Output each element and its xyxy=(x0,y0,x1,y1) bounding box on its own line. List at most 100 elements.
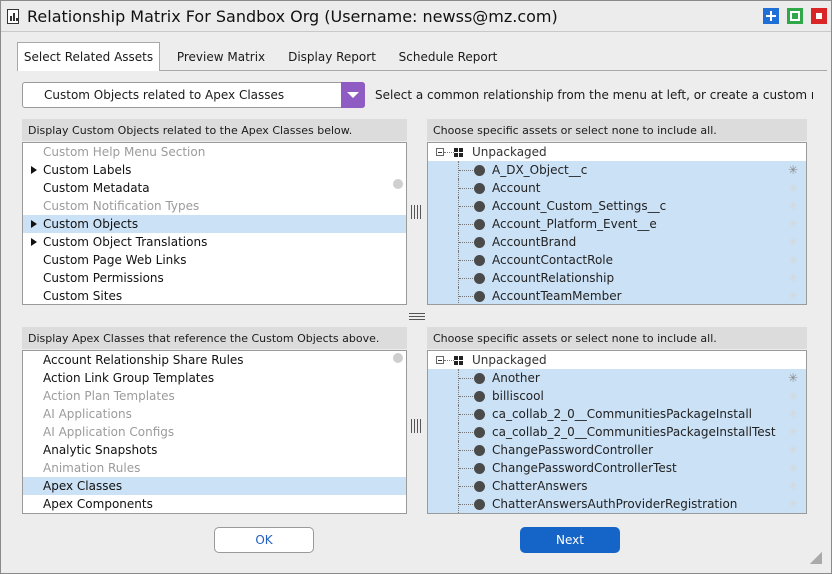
list-item[interactable]: Custom Page Web Links xyxy=(23,251,406,269)
tree-item-label: ChatterAnswersAuthProviderRegistration xyxy=(492,497,738,511)
tree-item-label: AccountContactRole xyxy=(492,253,613,267)
asset-bullet-icon xyxy=(474,409,485,420)
top-right-tree[interactable]: Unpackaged A_DX_Object__c ✳ Account ✳ Accoun… xyxy=(427,142,807,305)
asset-bullet-icon xyxy=(474,219,485,230)
tree-item[interactable]: AccountTeamMember ✳ xyxy=(428,287,806,304)
tab-preview-matrix[interactable]: Preview Matrix xyxy=(171,47,271,71)
tree-item[interactable]: ChangePasswordController ✳ xyxy=(428,441,806,459)
list-item[interactable]: Custom Permissions xyxy=(23,269,406,287)
list-item[interactable]: Custom Metadata xyxy=(23,179,406,197)
list-item[interactable]: Analytic Snapshots xyxy=(23,441,406,459)
tree-item[interactable]: Account_Platform_Event__e ✳ xyxy=(428,215,806,233)
list-item[interactable]: Custom Objects xyxy=(23,215,406,233)
list-item[interactable]: Account Relationship Share Rules xyxy=(23,351,406,369)
bottom-left-list[interactable]: Account Relationship Share Rules Action L… xyxy=(22,350,407,514)
asterisk-icon: ✳ xyxy=(787,181,798,195)
tree-item[interactable]: AccountBrand ✳ xyxy=(428,233,806,251)
tree-item-label: ChangePasswordController xyxy=(492,443,654,457)
tree-root-label: Unpackaged xyxy=(472,353,547,367)
tree-item[interactable]: Account ✳ xyxy=(428,179,806,197)
tree-item[interactable]: Account_Custom_Settings__c ✳ xyxy=(428,197,806,215)
top-left-list[interactable]: Custom Help Menu Section Custom Labels Cus… xyxy=(22,142,407,305)
tree-item[interactable]: ca_collab_2_0__CommunitiesPackageInstall… xyxy=(428,423,806,441)
tree-item[interactable]: ChatterAnswersAuthProviderRegistration ✳ xyxy=(428,495,806,513)
close-icon[interactable] xyxy=(811,8,827,24)
asterisk-icon: ✳ xyxy=(787,407,798,421)
bottom-left-header: Display Apex Classes that reference the … xyxy=(22,327,407,349)
list-item[interactable]: Action Link Group Templates xyxy=(23,369,406,387)
list-item[interactable]: Custom Notification Types xyxy=(23,197,406,215)
chevron-down-icon[interactable] xyxy=(341,82,365,108)
list-item-label: Custom Permissions xyxy=(43,271,164,285)
add-icon[interactable] xyxy=(763,8,779,24)
tree-item[interactable]: AccountContactRole ✳ xyxy=(428,251,806,269)
asset-bullet-icon xyxy=(474,481,485,492)
list-item[interactable]: AI Applications xyxy=(23,405,406,423)
asset-bullet-icon xyxy=(474,201,485,212)
package-icon xyxy=(454,148,463,157)
asterisk-icon: ✳ xyxy=(787,479,798,493)
asterisk-icon: ✳ xyxy=(787,443,798,457)
list-item[interactable]: Animation Rules xyxy=(23,459,406,477)
list-item-label: Apex Components xyxy=(43,497,153,511)
expand-arrow-icon[interactable] xyxy=(31,166,37,174)
bottom-right-tree[interactable]: Unpackaged Another ✳ billiscool ✳ ca_collab_… xyxy=(427,350,807,514)
tree-item-label: Another xyxy=(492,371,540,385)
expand-arrow-icon[interactable] xyxy=(31,238,37,246)
relationship-select-value: Custom Objects related to Apex Classes xyxy=(44,88,285,102)
tree-root[interactable]: Unpackaged xyxy=(428,351,806,369)
expand-arrow-icon[interactable] xyxy=(31,220,37,228)
scrollbar-knob[interactable] xyxy=(393,353,403,363)
tree-item[interactable]: ChangePasswordControllerTest ✳ xyxy=(428,459,806,477)
title-bar[interactable]: Relationship Matrix For Sandbox Org (Use… xyxy=(1,1,831,32)
tree-item-label: AccountBrand xyxy=(492,235,577,249)
maximize-icon[interactable] xyxy=(787,8,803,24)
list-item[interactable]: Apex Components xyxy=(23,495,406,513)
tab-schedule-report[interactable]: Schedule Report xyxy=(393,47,503,71)
tab-display-report[interactable]: Display Report xyxy=(282,47,382,71)
vertical-splitter-top[interactable] xyxy=(411,205,423,219)
tree-item-label: Account_Platform_Event__e xyxy=(492,217,657,231)
vertical-splitter-bottom[interactable] xyxy=(411,419,423,433)
tree-item[interactable]: A_DX_Object__c ✳ xyxy=(428,161,806,179)
asterisk-icon: ✳ xyxy=(787,497,798,511)
list-item[interactable]: Action Plan Templates xyxy=(23,387,406,405)
resize-grip-icon[interactable] xyxy=(810,552,822,564)
list-item-label: Custom Page Web Links xyxy=(43,253,187,267)
list-item-label: Apex Classes xyxy=(43,479,123,493)
relationship-select[interactable]: Custom Objects related to Apex Classes xyxy=(22,82,365,108)
tree-item[interactable]: AccountRelationship ✳ xyxy=(428,269,806,287)
tree-item[interactable]: billiscool ✳ xyxy=(428,387,806,405)
asset-bullet-icon xyxy=(474,237,485,248)
tree-item[interactable]: Another ✳ xyxy=(428,369,806,387)
tree-root[interactable]: Unpackaged xyxy=(428,143,806,161)
tree-item[interactable]: ChatterAnswers ✳ xyxy=(428,477,806,495)
list-item[interactable]: Apex Classes xyxy=(23,477,406,495)
asterisk-icon: ✳ xyxy=(787,253,798,267)
asterisk-icon: ✳ xyxy=(787,389,798,403)
list-item[interactable]: Custom Sites xyxy=(23,287,406,304)
chart-icon xyxy=(7,9,19,24)
list-item-label: Action Plan Templates xyxy=(43,389,175,403)
list-item-label: Animation Rules xyxy=(43,461,141,475)
next-button[interactable]: Next xyxy=(520,527,620,553)
list-item-label: AI Applications xyxy=(43,407,132,421)
list-item[interactable]: Custom Help Menu Section xyxy=(23,143,406,161)
window-title: Relationship Matrix For Sandbox Org (Use… xyxy=(27,7,558,26)
scrollbar-knob[interactable] xyxy=(393,179,403,189)
asset-bullet-icon xyxy=(474,463,485,474)
list-item-label: Custom Help Menu Section xyxy=(43,145,206,159)
list-item[interactable]: AI Application Configs xyxy=(23,423,406,441)
list-item[interactable]: Custom Labels xyxy=(23,161,406,179)
ok-button[interactable]: OK xyxy=(214,527,314,553)
collapse-icon[interactable] xyxy=(436,148,444,156)
list-item[interactable]: Custom Object Translations xyxy=(23,233,406,251)
tree-item-label: ca_collab_2_0__CommunitiesPackageInstall… xyxy=(492,425,776,439)
top-right-header: Choose specific assets or select none to… xyxy=(427,119,807,141)
tab-select-related-assets[interactable]: Select Related Assets xyxy=(17,42,160,71)
horizontal-splitter[interactable] xyxy=(409,311,425,320)
tree-item[interactable]: ca_collab_2_0__CommunitiesPackageInstall… xyxy=(428,405,806,423)
list-item-label: Custom Sites xyxy=(43,289,123,303)
asset-bullet-icon xyxy=(474,445,485,456)
collapse-icon[interactable] xyxy=(436,356,444,364)
